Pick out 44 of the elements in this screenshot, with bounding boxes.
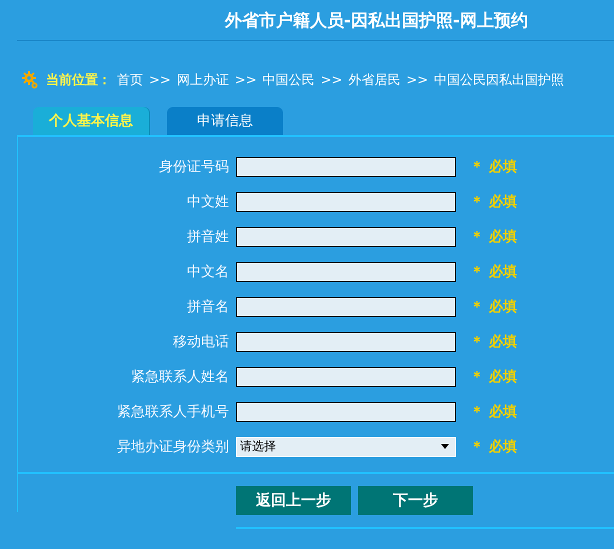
required-note: ＊ 必填	[470, 438, 517, 456]
required-note: ＊ 必填	[470, 228, 517, 246]
field-label: 拼音姓	[186, 228, 230, 246]
breadcrumb-separator: >>	[320, 72, 342, 88]
field-label: 身份证号码	[158, 158, 230, 176]
required-note: ＊ 必填	[470, 332, 517, 350]
required-note: ＊ 必填	[470, 158, 517, 176]
breadcrumb-separator: >>	[234, 72, 257, 88]
input-field[interactable]	[236, 402, 456, 422]
input-field[interactable]	[236, 366, 456, 386]
breadcrumb-link[interactable]: 中国公民因私出国护照	[434, 71, 564, 89]
breadcrumb-link[interactable]: 中国公民	[262, 71, 315, 89]
field-label: 紧急联系人手机号	[116, 402, 230, 420]
required-note: ＊ 必填	[470, 262, 517, 280]
page-title: 外省市户籍人员-因私出国护照-网上预约	[224, 10, 528, 32]
field-label: 拼音名	[186, 298, 230, 316]
required-note: ＊ 必填	[470, 402, 517, 420]
required-note: ＊ 必填	[470, 192, 517, 210]
input-field[interactable]	[236, 332, 456, 352]
dropdown[interactable]: 请选择	[236, 436, 456, 456]
input-field[interactable]	[236, 296, 456, 316]
input-field[interactable]	[236, 226, 456, 246]
gear-icon	[22, 71, 38, 89]
field-label: 异地办证身份类别	[116, 438, 230, 456]
field-label: 中文名	[186, 262, 230, 280]
breadcrumb-link[interactable]: 外省居民	[348, 71, 400, 89]
breadcrumb-label: 当前位置：	[46, 72, 111, 89]
tab[interactable]: 个人基本信息	[33, 107, 149, 135]
step-button[interactable]: 返回上一步	[236, 486, 351, 515]
input-field[interactable]	[236, 192, 456, 212]
step-button[interactable]: 下一步	[358, 486, 473, 515]
input-field[interactable]	[236, 262, 456, 282]
breadcrumb-link[interactable]: 网上办证	[176, 71, 229, 89]
required-note: ＊ 必填	[470, 368, 517, 386]
field-label: 中文姓	[186, 192, 230, 210]
breadcrumb-separator: >>	[149, 72, 171, 88]
field-label: 紧急联系人姓名	[130, 368, 230, 386]
field-label: 移动电话	[172, 332, 230, 350]
caret-icon	[441, 444, 449, 449]
input-field[interactable]	[236, 156, 456, 176]
tab[interactable]: 申请信息	[167, 107, 283, 135]
breadcrumb-link[interactable]: 首页	[117, 71, 143, 89]
breadcrumb-separator: >>	[406, 72, 428, 88]
required-note: ＊ 必填	[470, 298, 517, 316]
